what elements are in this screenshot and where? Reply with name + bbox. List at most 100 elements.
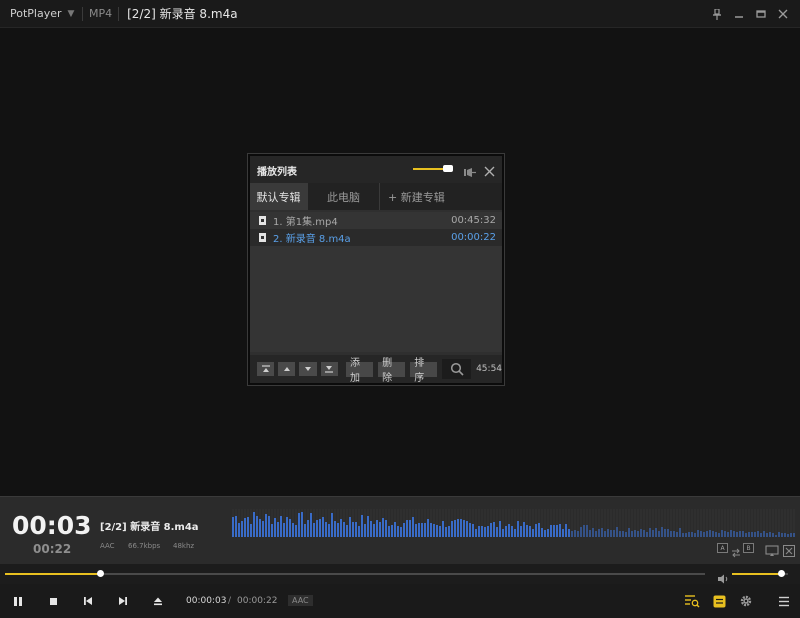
spectrum-bar: [625, 532, 627, 537]
close-icon[interactable]: [484, 162, 495, 181]
next-icon[interactable]: [114, 592, 132, 610]
spectrum-bg-column: [784, 509, 786, 537]
spectrum-bar: [490, 523, 492, 537]
add-button[interactable]: 添加: [345, 358, 374, 384]
item-name: 2. 新录音 8.m4a: [273, 234, 351, 245]
spectrum-bar: [751, 532, 753, 537]
playlist-item[interactable]: 2. 新录音 8.m4a 00:00:22: [250, 229, 502, 246]
spectrum-bar: [487, 526, 489, 537]
spectrum-bar: [505, 526, 507, 537]
tab-new-album[interactable]: + 新建专辑: [380, 183, 502, 210]
ab-swap-icon[interactable]: [731, 543, 741, 562]
settings-gear-icon[interactable]: [737, 592, 755, 610]
spectrum-bar: [400, 527, 402, 537]
playlist-tabs: 默认专辑 此电脑 + 新建专辑: [250, 183, 502, 210]
total-time-display: 00:22: [33, 542, 72, 556]
spectrum-bar: [709, 530, 711, 537]
ab-repeat-a-button[interactable]: A: [717, 543, 728, 553]
eject-icon[interactable]: [149, 592, 167, 610]
sort-button[interactable]: 排序: [410, 358, 438, 384]
search-icon[interactable]: [442, 359, 472, 379]
seek-bar[interactable]: [5, 573, 705, 575]
codec-badge: AAC: [288, 595, 313, 606]
spectrum-bar: [511, 526, 513, 537]
spectrum-bar: [754, 532, 756, 537]
seek-bar-handle[interactable]: [96, 570, 104, 577]
pin-icon[interactable]: [464, 163, 476, 182]
menu-icon[interactable]: [775, 592, 793, 610]
tab-default-album[interactable]: 默认专辑: [250, 183, 308, 210]
playlist-header: 播放列表: [250, 156, 502, 183]
spectrum-bar: [331, 513, 333, 537]
pause-icon[interactable]: [9, 592, 27, 610]
playlist-item[interactable]: 1. 第1集.mp4 00:45:32: [250, 212, 502, 229]
spectrum-bar: [733, 531, 735, 537]
opacity-slider-handle[interactable]: [443, 165, 453, 172]
spectrum-bar: [547, 529, 549, 537]
close-icon[interactable]: [772, 3, 794, 25]
spectrum-bar: [748, 532, 750, 537]
spectrum-bar: [346, 525, 348, 537]
chevron-down-icon: ▼: [67, 8, 75, 19]
spectrum-bar: [685, 533, 687, 537]
pin-icon[interactable]: [706, 3, 728, 25]
spectrum-bg-column: [772, 509, 774, 537]
spectrum-bar: [535, 524, 537, 537]
spectrum-bar: [577, 531, 579, 537]
spectrum-bar: [676, 532, 678, 537]
spectrum-bar: [673, 531, 675, 537]
spectrum-bar: [289, 519, 291, 537]
spectrum-bg-column: [781, 509, 783, 537]
potplayer-window: PotPlayer ▼ MP4 [2/2] 新录音 8.m4a 播放列表 默认专…: [0, 0, 800, 618]
spectrum-bar: [664, 529, 666, 537]
repeat-icon[interactable]: [765, 542, 779, 561]
ab-repeat-b-button[interactable]: B: [743, 543, 754, 553]
spectrum-bar: [775, 535, 777, 537]
spectrum-bar: [598, 529, 600, 537]
move-down-icon[interactable]: [299, 362, 317, 376]
shuffle-icon[interactable]: [783, 542, 795, 561]
playlist-toolbar: 添加 删除 排序 45:54: [250, 355, 503, 384]
spectrum-bar: [430, 523, 432, 537]
control-bar: 00:00:03 / 00:00:22 AAC: [0, 584, 800, 618]
minimize-icon[interactable]: [728, 3, 750, 25]
spectrum-bar: [421, 523, 423, 537]
spectrum-bar: [520, 526, 522, 537]
tab-this-pc[interactable]: 此电脑: [308, 183, 380, 210]
spectrum-bar: [619, 531, 621, 537]
app-menu[interactable]: PotPlayer ▼: [0, 7, 76, 20]
playlist-panel: 播放列表 默认专辑 此电脑 + 新建专辑 1. 第1集.mp4 00:45:32: [248, 154, 504, 385]
move-up-icon[interactable]: [278, 362, 296, 376]
file-icon: [259, 233, 266, 242]
spectrum-bar: [439, 526, 441, 537]
spectrum-bar: [682, 533, 684, 537]
spectrum-bar: [580, 527, 582, 537]
spectrum-bar: [445, 527, 447, 537]
playlist-total-duration: 45:54: [476, 364, 503, 374]
maximize-icon[interactable]: [750, 3, 772, 25]
previous-icon[interactable]: [79, 592, 97, 610]
subtitle-icon[interactable]: [710, 592, 728, 610]
spectrum-bar: [244, 518, 246, 537]
volume-slider-handle[interactable]: [777, 570, 785, 577]
spectrum-bar: [565, 524, 567, 537]
spectrum-bar: [550, 525, 552, 537]
playlist-search-icon[interactable]: [683, 592, 701, 610]
time-separator: /: [228, 596, 232, 606]
playlist-list[interactable]: 1. 第1集.mp4 00:45:32 2. 新录音 8.m4a 00:00:2…: [250, 212, 502, 352]
spectrum-bar: [406, 520, 408, 537]
stop-icon[interactable]: [44, 592, 62, 610]
spectrum-bar: [568, 529, 570, 537]
spectrum-bar: [460, 519, 462, 537]
spectrum-bg-column: [760, 509, 762, 537]
spectrum-bar: [385, 520, 387, 537]
spectrum-bar: [769, 532, 771, 537]
spectrum-bar: [763, 531, 765, 537]
spectrum-bar: [757, 531, 759, 537]
move-top-icon[interactable]: [257, 362, 275, 376]
spectrum-bar: [427, 519, 429, 537]
delete-button[interactable]: 删除: [378, 358, 406, 384]
spectrum-bar: [523, 522, 525, 537]
title-divider: [118, 6, 120, 21]
move-bottom-icon[interactable]: [320, 362, 338, 376]
